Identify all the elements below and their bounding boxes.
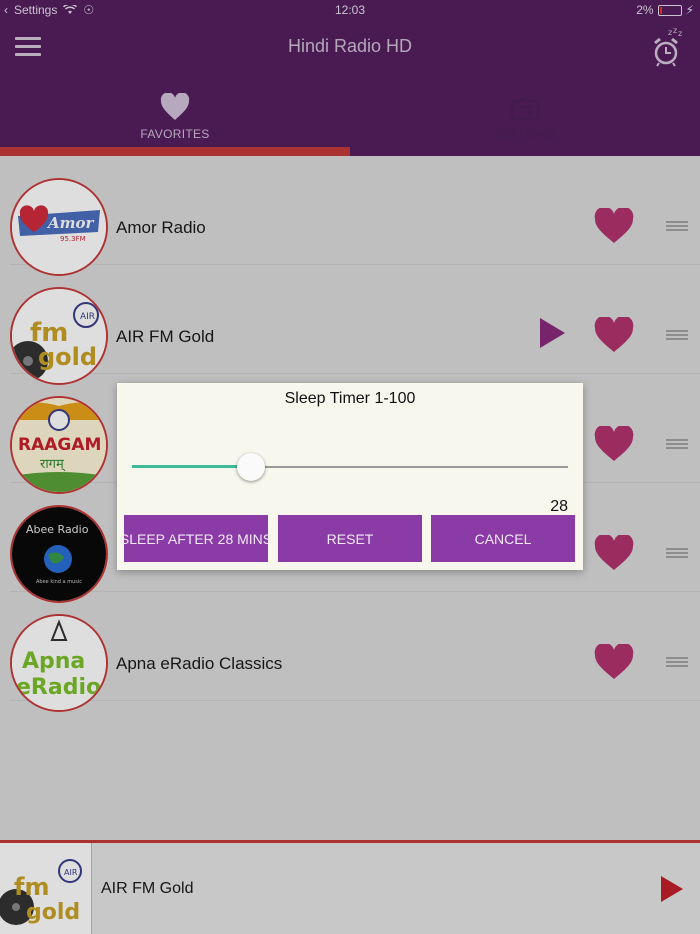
slider-value: 28 (550, 498, 568, 515)
dialog-title: Sleep Timer 1-100 (284, 390, 416, 407)
sleep-timer-dialog: Sleep Timer 1-100 28 SLEEP AFTER 28 MINS… (117, 383, 583, 570)
sleep-after-button[interactable]: SLEEP AFTER 28 MINS (120, 515, 272, 562)
sleep-timer-slider[interactable] (132, 453, 568, 481)
slider-thumb[interactable] (237, 453, 265, 481)
slider-fill (132, 465, 251, 468)
reset-button[interactable]: RESET (278, 515, 422, 562)
cancel-button[interactable]: CANCEL (431, 515, 575, 562)
